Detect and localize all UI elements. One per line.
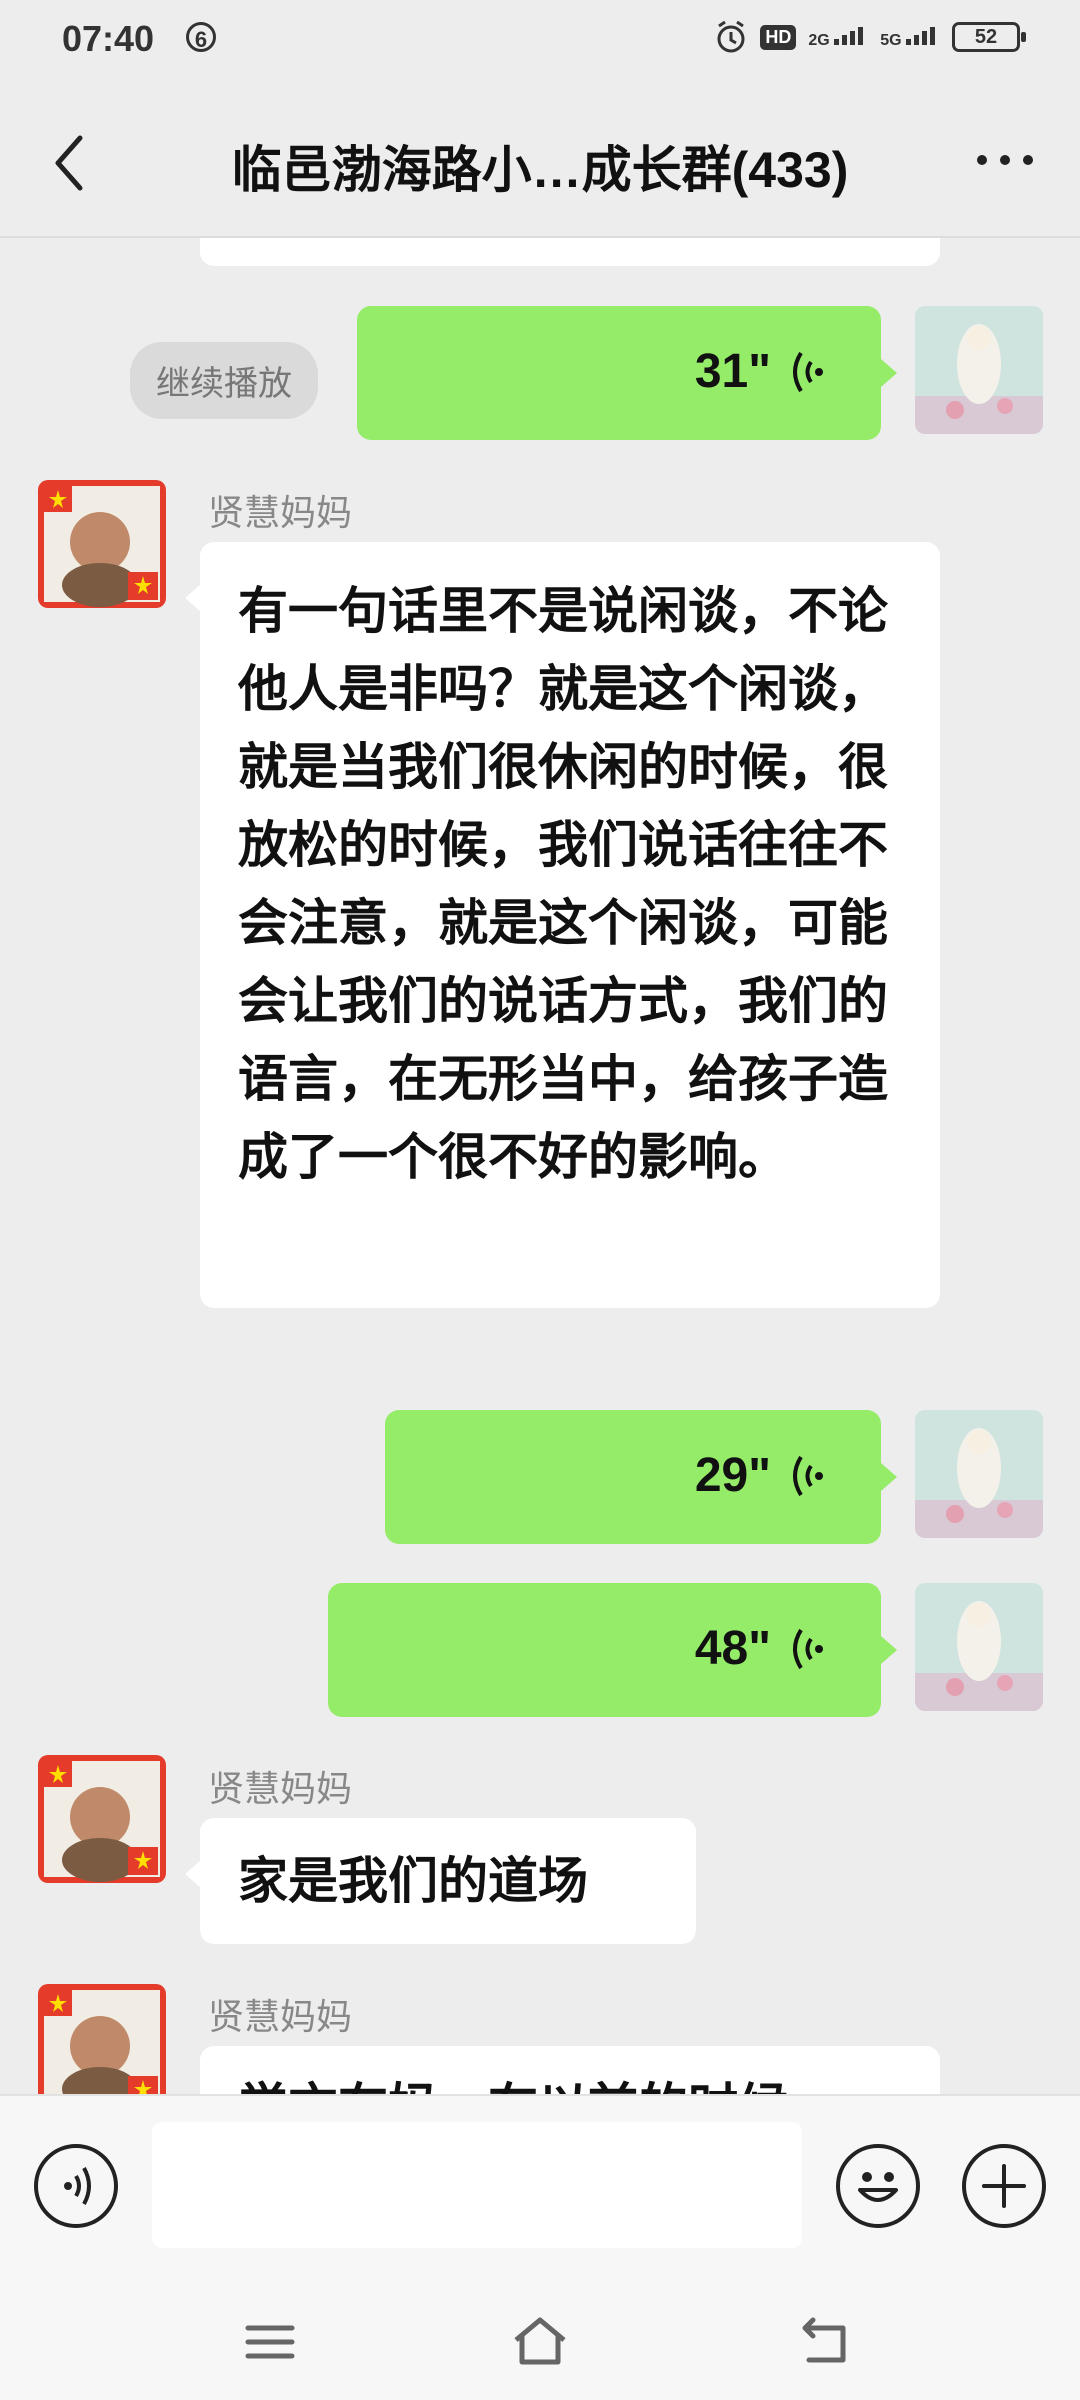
my-avatar[interactable] [915, 306, 1043, 434]
message-text: 有一句话里不是说闲谈，不论他人是非吗？就是这个闲谈，就是当我们很休闲的时候，很放… [238, 583, 888, 1185]
back-nav-icon[interactable] [795, 2314, 855, 2370]
sender-name: 贤慧妈妈 [208, 1996, 353, 2037]
alarm-icon [717, 20, 745, 53]
more-options-icon[interactable] [970, 130, 1040, 190]
status-bar: 07:40 6 HD 2G 5G 52 [0, 0, 1080, 90]
emoji-button[interactable] [836, 2144, 920, 2228]
sender-name: 贤慧妈妈 [208, 492, 353, 533]
input-bar [0, 2094, 1080, 2282]
chat-header: 临邑渤海路小…成长群(433) [0, 90, 1080, 238]
group-title: 临邑渤海路小…成长群(433) [231, 142, 849, 198]
signal-5g: 5G [880, 25, 940, 50]
avatar-image [915, 306, 1043, 434]
status-time: 07:40 [62, 18, 155, 59]
more-functions-button[interactable] [962, 2144, 1046, 2228]
signal-2g: 2G [808, 25, 868, 50]
voice-mode-button[interactable] [34, 2144, 118, 2228]
notification-count-badge: 6 [186, 22, 216, 52]
signal-bars-icon [906, 26, 935, 45]
signal-bars-icon [834, 26, 864, 45]
status-icons: HD 2G 5G 52 [714, 20, 1026, 54]
my-avatar[interactable] [915, 1583, 1043, 1711]
emoji-icon [858, 2172, 898, 2202]
sender-avatar[interactable] [38, 1984, 166, 2094]
voice-message-1[interactable]: 31" [357, 306, 881, 440]
voice-wave-icon [793, 351, 823, 392]
avatar-image [38, 1755, 166, 1883]
text-message-1[interactable]: 有一句话里不是说闲谈，不论他人是非吗？就是这个闲谈，就是当我们很休闲的时候，很放… [200, 542, 940, 1308]
sender-name: 贤慧妈妈 [208, 1768, 353, 1809]
system-navigation-bar [0, 2280, 1080, 2400]
bubble-tail [185, 584, 201, 612]
voice-message-2[interactable]: 29" [385, 1410, 881, 1544]
text-message-3[interactable]: 学亦在妈一在以前的时候 [200, 2046, 940, 2094]
avatar-image [915, 1583, 1043, 1711]
bubble-tail [185, 1860, 201, 1888]
message-bubble-partial[interactable] [200, 238, 940, 266]
voice-message-3[interactable]: 48" [328, 1583, 881, 1717]
sender-avatar[interactable] [38, 1755, 166, 1883]
voice-duration: 31" [694, 345, 771, 398]
chat-messages[interactable]: 继续播放 31" 贤慧妈妈 有一句话里不是说闲谈，不论他人是非吗？就是这个闲谈，… [0, 238, 1080, 2094]
battery-level: 52 [974, 26, 998, 48]
bubble-tail [881, 1463, 897, 1491]
hd-icon: HD [760, 24, 797, 50]
back-icon[interactable] [40, 128, 100, 198]
bubble-tail [881, 359, 897, 387]
message-text: 学亦在妈一在以前的时候 [200, 2046, 940, 2094]
voice-mode-icon [64, 2167, 91, 2205]
plus-icon [982, 2164, 1026, 2208]
bubble-tail [881, 1636, 897, 1664]
avatar-image [915, 1410, 1043, 1538]
message-text: 家是我们的道场 [238, 1853, 588, 1909]
sender-avatar[interactable] [38, 480, 166, 608]
menu-icon[interactable] [240, 2314, 300, 2370]
home-icon[interactable] [510, 2314, 570, 2370]
voice-wave-icon [793, 1455, 823, 1496]
voice-duration: 48" [694, 1622, 771, 1675]
network-2-label: 5G [880, 31, 902, 49]
network-1-label: 2G [808, 31, 830, 49]
message-input[interactable] [152, 2122, 802, 2248]
voice-wave-icon [793, 1628, 823, 1669]
battery-icon: 52 [952, 22, 1026, 52]
avatar-image [38, 480, 166, 608]
my-avatar[interactable] [915, 1410, 1043, 1538]
avatar-image [38, 1984, 166, 2094]
continue-play-button[interactable]: 继续播放 [130, 342, 318, 419]
voice-duration: 29" [694, 1449, 771, 1502]
text-message-2[interactable]: 家是我们的道场 [200, 1818, 696, 1944]
